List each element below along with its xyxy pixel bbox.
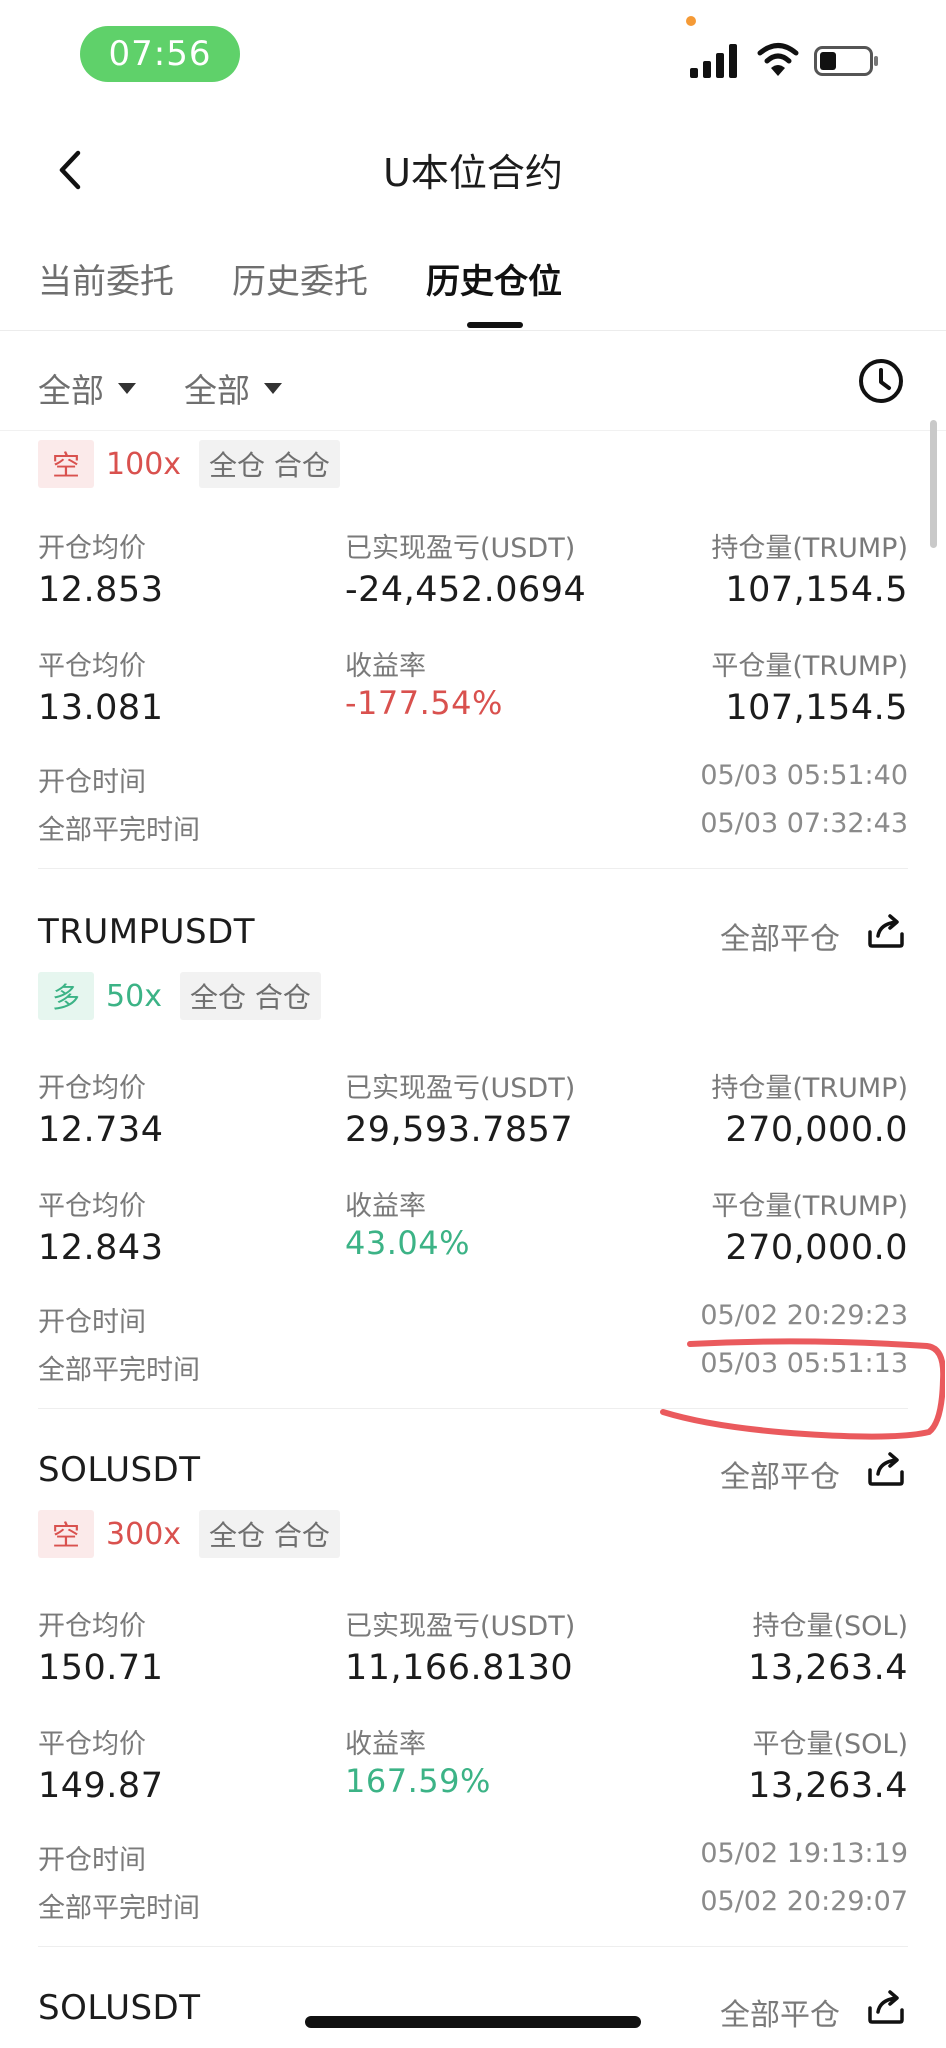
leverage-tag: 300x — [106, 1516, 182, 1552]
hold-value: 270,000.0 — [725, 1110, 908, 1150]
filter-dropdown-1[interactable]: 全部 — [38, 364, 136, 412]
closed-qty-value: 13,263.4 — [748, 1766, 908, 1806]
battery-icon — [814, 46, 878, 76]
roe-value: -177.54% — [345, 684, 503, 722]
pnl-label: 已实现盈亏(USDT) — [345, 533, 576, 564]
closed-qty-value: 270,000.0 — [725, 1228, 908, 1268]
pnl-label: 已实现盈亏(USDT) — [345, 1611, 576, 1642]
nav-bar: U本位合约 — [0, 120, 946, 220]
direction-tag: 空 — [38, 440, 95, 488]
home-indicator[interactable] — [305, 2016, 641, 2028]
symbol-title: TRUMPUSDT — [38, 912, 256, 952]
margin-mode-tag: 全仓 合仓 — [199, 440, 340, 488]
open-price-value: 150.71 — [38, 1648, 164, 1688]
open-time-label: 开仓时间 — [38, 1307, 146, 1338]
pnl-label: 已实现盈亏(USDT) — [345, 1073, 576, 1104]
caret-down-icon — [118, 382, 136, 394]
cellular-signal-icon — [690, 44, 737, 78]
pnl-value: 11,166.8130 — [345, 1648, 574, 1688]
roe-label: 收益率 — [345, 1191, 426, 1222]
close-time-value: 05/03 07:32:43 — [700, 808, 908, 839]
tab-order-history[interactable]: 历史委托 — [232, 254, 368, 303]
open-price-value: 12.734 — [38, 1110, 164, 1150]
close-all-button[interactable]: 全部平仓 — [720, 1452, 840, 1496]
close-price-label: 平仓均价 — [38, 651, 146, 682]
open-time-label: 开仓时间 — [38, 767, 146, 798]
close-price-value: 149.87 — [38, 1766, 164, 1806]
filter-label: 全部 — [38, 371, 104, 410]
roe-label: 收益率 — [345, 1729, 426, 1760]
page-title: U本位合约 — [383, 151, 563, 195]
share-icon[interactable] — [864, 1446, 908, 1490]
roe-value: 167.59% — [345, 1762, 491, 1800]
filter-label: 全部 — [184, 371, 250, 410]
scrollbar-thumb[interactable] — [930, 420, 937, 548]
pnl-value: 29,593.7857 — [345, 1110, 574, 1150]
open-time-label: 开仓时间 — [38, 1845, 146, 1876]
tab-current-orders[interactable]: 当前委托 — [38, 254, 174, 303]
symbol-title: SOLUSDT — [38, 1988, 201, 2028]
pnl-value: -24,452.0694 — [345, 570, 587, 610]
card-divider — [38, 868, 908, 869]
leverage-tag: 50x — [106, 978, 162, 1014]
close-time-label: 全部平完时间 — [38, 815, 200, 846]
card-divider — [38, 1946, 908, 1947]
close-price-label: 平仓均价 — [38, 1729, 146, 1760]
margin-mode-tag: 全仓 合仓 — [199, 1510, 340, 1558]
closed-qty-label: 平仓量(SOL) — [752, 1729, 908, 1760]
tab-bar: 当前委托 历史委托 历史仓位 — [0, 240, 946, 331]
hold-label: 持仓量(TRUMP) — [711, 1073, 908, 1104]
status-time: 07:56 — [80, 26, 240, 82]
direction-tag: 多 — [38, 972, 95, 1020]
annotation-underline-mark — [660, 1338, 945, 1440]
share-icon[interactable] — [864, 908, 908, 952]
closed-qty-label: 平仓量(TRUMP) — [711, 1191, 908, 1222]
position-tags: 空 300x 全仓 合仓 — [38, 1510, 340, 1558]
close-price-value: 12.843 — [38, 1228, 164, 1268]
open-price-label: 开仓均价 — [38, 1611, 146, 1642]
tab-position-history[interactable]: 历史仓位 — [426, 254, 562, 303]
hold-label: 持仓量(SOL) — [752, 1611, 908, 1642]
open-time-value: 05/02 20:29:23 — [700, 1300, 908, 1331]
close-price-value: 13.081 — [38, 688, 164, 728]
roe-value: 43.04% — [345, 1224, 471, 1262]
filter-bar: 全部 全部 — [0, 350, 946, 431]
closed-qty-label: 平仓量(TRUMP) — [711, 651, 908, 682]
close-all-button[interactable]: 全部平仓 — [720, 914, 840, 958]
close-all-button[interactable]: 全部平仓 — [720, 1990, 840, 2034]
filter-dropdown-2[interactable]: 全部 — [184, 364, 282, 412]
share-icon[interactable] — [864, 1984, 908, 2028]
close-price-label: 平仓均价 — [38, 1191, 146, 1222]
hold-value: 13,263.4 — [748, 1648, 908, 1688]
roe-label: 收益率 — [345, 651, 426, 682]
hold-label: 持仓量(TRUMP) — [711, 533, 908, 564]
open-price-label: 开仓均价 — [38, 1073, 146, 1104]
closed-qty-value: 107,154.5 — [725, 688, 908, 728]
open-time-value: 05/02 19:13:19 — [700, 1838, 908, 1869]
close-time-label: 全部平完时间 — [38, 1893, 200, 1924]
wifi-icon — [757, 43, 799, 76]
close-time-value: 05/02 20:29:07 — [700, 1886, 908, 1917]
symbol-title: SOLUSDT — [38, 1450, 201, 1490]
margin-mode-tag: 全仓 合仓 — [179, 972, 321, 1020]
open-price-value: 12.853 — [38, 570, 164, 610]
open-price-label: 开仓均价 — [38, 533, 146, 564]
open-time-value: 05/03 05:51:40 — [700, 760, 908, 791]
position-tags: 多 50x 全仓 合仓 — [38, 972, 321, 1020]
close-time-label: 全部平完时间 — [38, 1355, 200, 1386]
caret-down-icon — [264, 382, 282, 394]
hold-value: 107,154.5 — [725, 570, 908, 610]
status-bar: 07:56 — [0, 0, 946, 110]
active-tab-indicator — [467, 322, 523, 328]
direction-tag: 空 — [38, 1510, 95, 1558]
leverage-tag: 100x — [106, 446, 182, 482]
position-tags: 空 100x 全仓 合仓 — [38, 440, 340, 488]
clock-icon[interactable] — [856, 356, 906, 406]
privacy-indicator-dot — [686, 16, 696, 26]
